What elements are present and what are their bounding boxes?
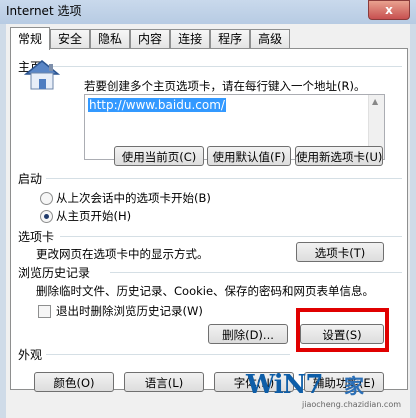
history-section-label: 浏览历史记录 [18,266,91,280]
title-bar: Internet 选项 x [0,0,416,24]
window-title: Internet 选项 [6,4,82,18]
tab-advanced[interactable]: 高级 [250,29,291,49]
scroll-up-icon[interactable]: ▲ [372,97,378,106]
home-instruction: 若要创建多个主页选项卡，请在每行键入一个地址(R)。 [84,79,366,93]
tab-strip: 常规 安全 隐私 内容 连接 程序 高级 [10,27,291,50]
startup-section-label: 启动 [18,172,43,186]
divider [46,178,402,179]
tabs-description: 更改网页在选项卡中的显示方式。 [36,247,209,261]
divider [110,272,402,273]
startup-last-session-label: 从上次会话中的选项卡开始(B) [56,191,211,205]
use-new-tab-button[interactable]: 使用新选项卡(U) [295,146,383,166]
languages-button[interactable]: 语言(L) [124,372,204,392]
history-description: 删除临时文件、历史记录、Cookie、保存的密码和网页表单信息。 [36,284,375,298]
tab-content[interactable]: 内容 [130,29,171,49]
tabs-button[interactable]: 选项卡(T) [296,242,384,262]
divider [46,66,402,67]
divider [60,236,402,237]
home-url-value: http://www.baidu.com/ [88,98,226,112]
watermark-url: jiaocheng.chazidian.com [302,400,402,409]
delete-history-button[interactable]: 删除(D)... [208,324,288,344]
use-current-button[interactable]: 使用当前页(C) [114,146,204,166]
delete-on-exit-label: 退出时删除浏览历史记录(W) [56,304,203,318]
tab-security[interactable]: 安全 [50,29,91,49]
delete-on-exit-checkbox[interactable] [38,305,51,318]
startup-last-session-radio[interactable] [40,192,53,205]
watermark-logo: WiN7 家 jiaocheng.chazidian.com [240,370,416,418]
divider [46,354,290,355]
colors-button[interactable]: 颜色(O) [34,372,114,392]
home-icon [23,60,61,90]
tabs-section-label: 选项卡 [18,230,55,244]
tab-programs[interactable]: 程序 [210,29,251,49]
watermark-logo-text: WiN7 [246,370,323,400]
startup-home-radio[interactable] [40,210,53,223]
tab-connections[interactable]: 连接 [170,29,211,49]
appearance-section-label: 外观 [18,348,43,362]
tab-general[interactable]: 常规 [10,27,51,50]
startup-home-label: 从主页开始(H) [56,209,132,223]
close-button[interactable]: x [368,0,410,20]
use-default-button[interactable]: 使用默认值(F) [207,146,291,166]
watermark-mark: 家 [344,374,364,398]
tab-privacy[interactable]: 隐私 [90,29,131,49]
annotation-highlight-box [296,308,389,352]
